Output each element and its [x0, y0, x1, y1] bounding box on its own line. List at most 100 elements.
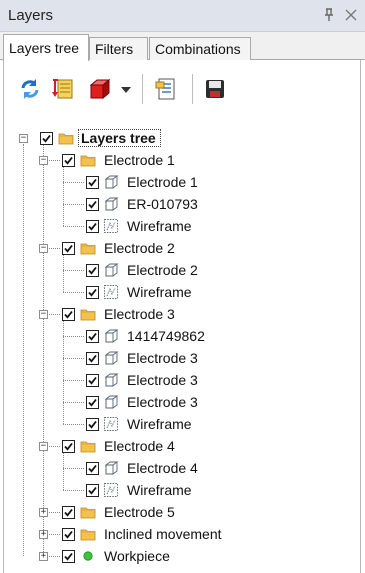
tab-layers-tree[interactable]: Layers tree: [3, 34, 89, 61]
tree-connector: [63, 424, 84, 425]
panel-border-right: [360, 60, 361, 573]
wire-cube-icon: [103, 372, 119, 388]
layer-visibility-checkbox[interactable]: [62, 440, 75, 453]
layer-visibility-checkbox[interactable]: [62, 528, 75, 541]
close-icon[interactable]: [343, 7, 359, 23]
tree-connector: [63, 182, 84, 183]
wire-cube-icon: [103, 350, 119, 366]
collapse-icon[interactable]: −: [19, 134, 28, 143]
layer-label: Wireframe: [127, 218, 192, 234]
collapse-icon[interactable]: −: [39, 310, 48, 319]
layer-properties-button[interactable]: [154, 77, 178, 101]
layer-visibility-checkbox[interactable]: [86, 286, 99, 299]
layer-label: Electrode 2: [104, 240, 175, 256]
tree-connector: [63, 402, 84, 403]
wire-cube-icon: [103, 196, 119, 212]
wire-cube-icon: [103, 174, 119, 190]
tree-connector: [43, 144, 44, 556]
layer-label: ER-010793: [127, 196, 198, 212]
wire-cube-icon: [103, 262, 119, 278]
chevron-down-icon[interactable]: [121, 87, 131, 93]
layer-label: Electrode 1: [104, 152, 175, 168]
layer-label: Electrode 3: [127, 350, 198, 366]
wireframe-icon: [103, 218, 119, 234]
layer-properties-icon: [154, 77, 178, 101]
folder-icon: [80, 526, 96, 542]
layer-visibility-checkbox[interactable]: [86, 484, 99, 497]
wire-cube-icon: [103, 460, 119, 476]
layer-visibility-checkbox[interactable]: [86, 198, 99, 211]
layer-visibility-checkbox[interactable]: [40, 132, 53, 145]
layer-visibility-checkbox[interactable]: [86, 396, 99, 409]
panel-border-left: [3, 60, 4, 573]
tree-connector: [63, 468, 84, 469]
folder-icon: [80, 240, 96, 256]
green-dot-icon: [80, 548, 96, 564]
tab-filters[interactable]: Filters: [89, 37, 148, 60]
layer-label: Electrode 3: [127, 394, 198, 410]
toolbar: [0, 60, 365, 110]
tree-connector: [63, 292, 84, 293]
wireframe-icon: [103, 482, 119, 498]
layer-label: Wireframe: [127, 416, 192, 432]
collapse-icon[interactable]: −: [39, 156, 48, 165]
layer-visibility-checkbox[interactable]: [62, 308, 75, 321]
save-button[interactable]: [203, 77, 227, 101]
layer-visibility-checkbox[interactable]: [86, 176, 99, 189]
toolbar-separator: [142, 74, 143, 104]
refresh-button[interactable]: [18, 77, 42, 101]
layer-label: Workpiece: [104, 548, 170, 564]
layer-label: Electrode 3: [104, 306, 175, 322]
layer-label: Electrode 4: [104, 438, 175, 454]
toolbar-separator: [192, 74, 193, 104]
folder-icon: [80, 438, 96, 454]
expand-icon[interactable]: +: [39, 508, 48, 517]
collapse-icon[interactable]: −: [39, 244, 48, 253]
layer-visibility-checkbox[interactable]: [86, 418, 99, 431]
folder-icon: [58, 130, 74, 146]
layer-visibility-checkbox[interactable]: [86, 352, 99, 365]
sort-layers-button[interactable]: [51, 77, 75, 101]
layer-visibility-checkbox[interactable]: [86, 374, 99, 387]
tab-strip: Layers tree Filters Combinations: [0, 32, 365, 61]
layer-label: Inclined movement: [104, 526, 222, 542]
tree-focus-outline: [78, 129, 161, 147]
tree-connector: [63, 204, 84, 205]
tree-connector: [63, 254, 64, 292]
folder-icon: [80, 152, 96, 168]
layer-visibility-checkbox[interactable]: [86, 462, 99, 475]
layer-label: Electrode 5: [104, 504, 175, 520]
tab-combinations[interactable]: Combinations: [149, 37, 251, 60]
tree-connector: [63, 336, 84, 337]
folder-icon: [80, 504, 96, 520]
panel-titlebar: Layers: [0, 0, 365, 32]
refresh-icon: [18, 77, 42, 101]
tree-connector: [63, 226, 84, 227]
solid-display-button[interactable]: [88, 77, 112, 101]
wireframe-icon: [103, 284, 119, 300]
layer-label: 1414749862: [127, 328, 205, 344]
tree-connector: [63, 270, 84, 271]
layer-label: Electrode 2: [127, 262, 198, 278]
wire-cube-icon: [103, 394, 119, 410]
tree-connector: [63, 166, 64, 226]
save-icon: [203, 77, 227, 101]
layer-sort-icon: [51, 77, 75, 101]
wire-cube-icon: [103, 328, 119, 344]
layer-visibility-checkbox[interactable]: [86, 330, 99, 343]
layer-visibility-checkbox[interactable]: [86, 220, 99, 233]
collapse-icon[interactable]: −: [39, 442, 48, 451]
layer-visibility-checkbox[interactable]: [86, 264, 99, 277]
expand-icon[interactable]: +: [39, 552, 48, 561]
tree-connector: [63, 490, 84, 491]
tree-connector: [63, 452, 64, 490]
layer-visibility-checkbox[interactable]: [62, 154, 75, 167]
red-cube-icon: [88, 77, 112, 101]
pin-icon[interactable]: [321, 7, 337, 23]
tree-connector: [23, 144, 24, 556]
layer-visibility-checkbox[interactable]: [62, 550, 75, 563]
layer-visibility-checkbox[interactable]: [62, 242, 75, 255]
layer-visibility-checkbox[interactable]: [62, 506, 75, 519]
panel-title: Layers: [8, 7, 54, 24]
expand-icon[interactable]: +: [39, 530, 48, 539]
